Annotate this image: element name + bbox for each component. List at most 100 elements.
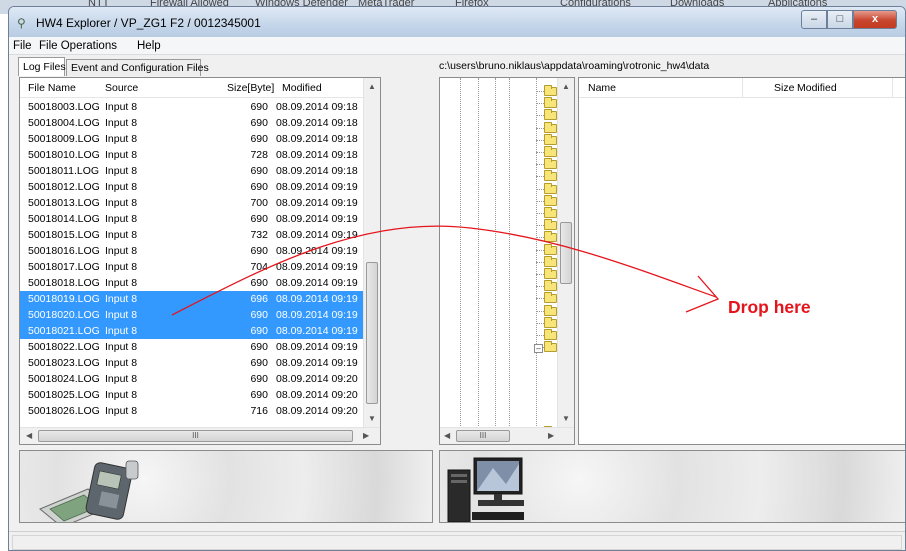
table-row[interactable]: 50018024.LOG Input 8 690 08.09.2014 09:20 xyxy=(20,371,365,387)
folder-icon[interactable] xyxy=(544,304,557,316)
folder-icon[interactable] xyxy=(544,316,557,328)
source-cell: Input 8 xyxy=(105,389,138,401)
file-name-cell: 50018024.LOG xyxy=(28,373,100,385)
scroll-down-arrow[interactable]: ▼ xyxy=(368,414,376,423)
hw4-explorer-window: ⚲ HW4 Explorer / VP_ZG1 F2 / 0012345001 … xyxy=(8,6,906,551)
table-row[interactable]: 50018016.LOG Input 8 690 08.09.2014 09:19 xyxy=(20,243,365,259)
folder-icon[interactable] xyxy=(544,268,557,279)
tree-branch-line xyxy=(536,298,544,300)
folder-icon[interactable] xyxy=(544,280,557,292)
tree-scroll-left-arrow[interactable]: ◀ xyxy=(444,431,450,440)
folder-icon[interactable] xyxy=(544,255,557,267)
table-row[interactable]: 50018022.LOG Input 8 690 08.09.2014 09:19 xyxy=(20,339,365,355)
tree-scroll-up-arrow[interactable]: ▲ xyxy=(562,82,570,91)
target-file-list[interactable]: Name Size Modified xyxy=(578,77,905,445)
folder-icon[interactable] xyxy=(544,329,557,340)
tab-event-configuration-files[interactable]: Event and Configuration Files xyxy=(66,59,209,76)
file-name-cell: 50018010.LOG xyxy=(28,149,100,161)
tree-vertical-scrollbar[interactable]: ▲ ▼ xyxy=(557,78,574,427)
close-button[interactable]: x xyxy=(853,10,897,29)
column-source[interactable]: Source xyxy=(105,82,138,94)
table-row[interactable]: 50018009.LOG Input 8 690 08.09.2014 09:18 xyxy=(20,131,365,147)
tree-scroll-down-arrow[interactable]: ▼ xyxy=(562,414,570,423)
menu-help[interactable]: Help xyxy=(137,40,161,52)
scroll-right-arrow[interactable]: ▶ xyxy=(363,431,369,440)
folder-icon[interactable] xyxy=(544,146,557,157)
folder-icon[interactable] xyxy=(544,182,557,194)
folder-icon[interactable] xyxy=(544,231,557,243)
folder-icon[interactable] xyxy=(544,170,557,182)
device-image-panel xyxy=(19,450,433,523)
scroll-left-arrow[interactable]: ◀ xyxy=(26,431,32,440)
folder-icon[interactable] xyxy=(544,121,557,133)
tree-guide-line xyxy=(509,78,510,428)
source-cell: Input 8 xyxy=(105,213,138,225)
source-cell: Input 8 xyxy=(105,373,138,385)
column-modified-right[interactable]: Modified xyxy=(797,82,837,94)
table-row[interactable]: 50018004.LOG Input 8 690 08.09.2014 09:18 xyxy=(20,115,365,131)
table-row[interactable]: 50018018.LOG Input 8 690 08.09.2014 09:19 xyxy=(20,275,365,291)
table-row[interactable]: 50018014.LOG Input 8 690 08.09.2014 09:19 xyxy=(20,211,365,227)
column-size[interactable]: Size[Byte] xyxy=(227,82,274,94)
table-row[interactable]: 50018019.LOG Input 8 696 08.09.2014 09:19 xyxy=(20,291,365,307)
folder-tree[interactable]: – ▲ ▼ ◀ III ▶ xyxy=(439,77,575,445)
source-cell: Input 8 xyxy=(105,405,138,417)
folder-icon[interactable] xyxy=(544,97,557,109)
column-modified[interactable]: Modified xyxy=(282,82,322,94)
scroll-thumb[interactable] xyxy=(366,262,378,404)
maximize-button[interactable]: □ xyxy=(827,10,853,29)
source-cell: Input 8 xyxy=(105,309,138,321)
column-separator xyxy=(742,78,743,98)
source-cell: Input 8 xyxy=(105,197,138,209)
file-name-cell: 50018023.LOG xyxy=(28,357,100,369)
tree-branch-line xyxy=(536,164,544,166)
horizontal-scroll-thumb[interactable]: III xyxy=(38,430,353,442)
source-cell: Input 8 xyxy=(105,325,138,337)
column-separator xyxy=(892,78,893,98)
table-row[interactable]: 50018020.LOG Input 8 690 08.09.2014 09:19 xyxy=(20,307,365,323)
title-bar[interactable]: ⚲ HW4 Explorer / VP_ZG1 F2 / 0012345001 … xyxy=(9,7,905,37)
folder-icon[interactable] xyxy=(544,158,557,170)
column-name[interactable]: Name xyxy=(588,82,616,94)
minimize-button[interactable]: – xyxy=(801,10,827,29)
table-row[interactable]: 50018012.LOG Input 8 690 08.09.2014 09:19 xyxy=(20,179,365,195)
table-row[interactable]: 50018013.LOG Input 8 700 08.09.2014 09:19 xyxy=(20,195,365,211)
tree-collapse-toggle[interactable]: – xyxy=(534,344,543,353)
table-row[interactable]: 50018026.LOG Input 8 716 08.09.2014 09:20 xyxy=(20,403,365,419)
tree-scroll-thumb[interactable] xyxy=(560,222,572,284)
table-row[interactable]: 50018003.LOG Input 8 690 08.09.2014 09:18 xyxy=(20,99,365,115)
tree-horizontal-thumb[interactable]: III xyxy=(456,430,510,442)
menu-file-operations[interactable]: File Operations xyxy=(39,40,117,52)
folder-icon[interactable] xyxy=(544,194,557,206)
folder-icon[interactable] xyxy=(544,109,557,121)
folder-icon[interactable] xyxy=(544,243,557,255)
tab-log-files[interactable]: Log Files xyxy=(18,57,66,76)
column-file-name[interactable]: File Name xyxy=(28,82,76,94)
size-cell: 690 xyxy=(250,245,268,257)
log-rows: 50018003.LOG Input 8 690 08.09.2014 09:18 50… xyxy=(20,99,365,419)
table-row[interactable]: 50018025.LOG Input 8 690 08.09.2014 09:20 xyxy=(20,387,365,403)
folder-icon[interactable] xyxy=(544,292,557,304)
scroll-up-arrow[interactable]: ▲ xyxy=(368,82,376,91)
tree-scroll-right-arrow[interactable]: ▶ xyxy=(548,431,554,440)
log-list-header: File Name Source Size[Byte] Modified xyxy=(20,78,364,98)
table-row[interactable]: 50018011.LOG Input 8 690 08.09.2014 09:18 xyxy=(20,163,365,179)
folder-icon[interactable] xyxy=(544,133,557,145)
table-row[interactable]: 50018010.LOG Input 8 728 08.09.2014 09:18 xyxy=(20,147,365,163)
size-cell: 690 xyxy=(250,213,268,225)
table-row[interactable]: 50018023.LOG Input 8 690 08.09.2014 09:19 xyxy=(20,355,365,371)
table-row[interactable]: 50018015.LOG Input 8 732 08.09.2014 09:19 xyxy=(20,227,365,243)
file-name-cell: 50018026.LOG xyxy=(28,405,100,417)
size-cell: 696 xyxy=(250,293,268,305)
column-size-right[interactable]: Size xyxy=(774,82,794,94)
menu-file[interactable]: File xyxy=(13,40,32,52)
vertical-scrollbar[interactable]: ▲ ▼ xyxy=(363,78,380,427)
folder-icon[interactable] xyxy=(544,341,557,353)
table-row[interactable]: 50018017.LOG Input 8 704 08.09.2014 09:19 xyxy=(20,259,365,275)
horizontal-scrollbar[interactable]: ◀ III ▶ xyxy=(20,427,380,444)
tree-horizontal-scrollbar[interactable]: ◀ III ▶ xyxy=(440,427,574,444)
table-row[interactable]: 50018021.LOG Input 8 690 08.09.2014 09:19 xyxy=(20,323,365,339)
folder-icon[interactable] xyxy=(544,207,557,218)
folder-icon[interactable] xyxy=(544,219,557,231)
folder-icon[interactable] xyxy=(544,85,557,96)
